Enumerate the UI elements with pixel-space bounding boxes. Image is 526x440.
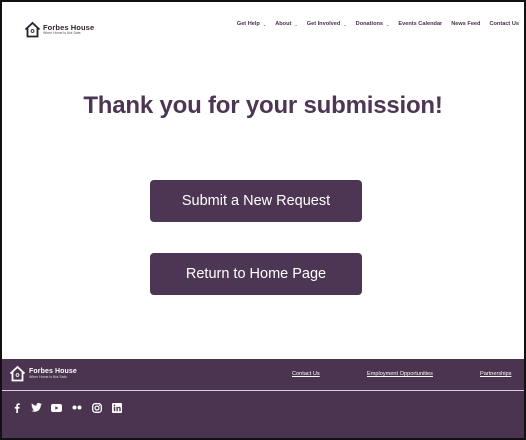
nav-item-label: About (275, 21, 292, 27)
main-nav: Get Help ⌄ About ⌄ Get Involved ⌄ Donati… (228, 21, 519, 27)
chevron-down-icon: ⌄ (343, 21, 347, 27)
social-links (10, 402, 130, 413)
page: Forbes House When Home is Not Safe. Get … (0, 0, 526, 440)
instagram-icon[interactable] (90, 402, 103, 413)
footer-link-employment[interactable]: Employment Opportunities (367, 371, 433, 377)
nav-item-label: Contact Us (489, 21, 519, 27)
site-logo[interactable]: Forbes House When Home is Not Safe. (24, 21, 94, 38)
footer-link-contact-us[interactable]: Contact Us (292, 371, 320, 377)
nav-item-label: Get Help (236, 21, 260, 27)
chevron-down-icon: ⌄ (262, 21, 267, 27)
house-logo-icon (24, 21, 41, 38)
linkedin-icon[interactable] (110, 402, 123, 413)
logo-tagline: When Home is Not Safe. (43, 31, 82, 35)
footer-divider (2, 390, 524, 391)
nav-item-label: Events Calendar (398, 21, 443, 27)
chevron-down-icon: ⌄ (386, 21, 390, 27)
youtube-icon[interactable] (50, 402, 63, 413)
footer-logo-tagline: When Home is Not Safe. (29, 374, 68, 379)
nav-item-label: Donations (355, 21, 384, 27)
return-home-button[interactable]: Return to Home Page (150, 253, 362, 295)
site-header: Forbes House When Home is Not Safe. Get … (2, 2, 524, 52)
nav-item-events-calendar[interactable]: Events Calendar (398, 21, 442, 27)
house-logo-icon (9, 365, 26, 382)
submit-new-request-button[interactable]: Submit a New Request (150, 180, 362, 222)
chevron-down-icon: ⌄ (294, 21, 298, 27)
nav-item-get-involved[interactable]: Get Involved ⌄ (307, 21, 347, 27)
footer-logo[interactable]: Forbes House When Home is Not Safe. (8, 365, 77, 382)
nav-item-contact-us[interactable]: Contact Us (489, 21, 519, 27)
nav-item-label: Get Involved (306, 21, 341, 27)
facebook-icon[interactable] (10, 402, 23, 413)
nav-item-get-help[interactable]: Get Help ⌄ (237, 21, 266, 27)
flickr-icon[interactable] (70, 402, 83, 413)
nav-item-news-feed[interactable]: News Feed (451, 21, 480, 27)
logo-name: Forbes House (43, 22, 95, 32)
nav-item-label: News Feed (451, 21, 481, 27)
footer-link-partnerships[interactable]: Partnerships (480, 371, 511, 377)
footer-logo-name: Forbes House (29, 367, 77, 375)
nav-item-donations[interactable]: Donations ⌄ (356, 21, 390, 27)
site-footer: Forbes House When Home is Not Safe. Cont… (2, 359, 524, 438)
twitter-icon[interactable] (30, 402, 43, 413)
nav-item-about[interactable]: About ⌄ (275, 21, 298, 27)
page-title: Thank you for your submission! (83, 92, 443, 119)
